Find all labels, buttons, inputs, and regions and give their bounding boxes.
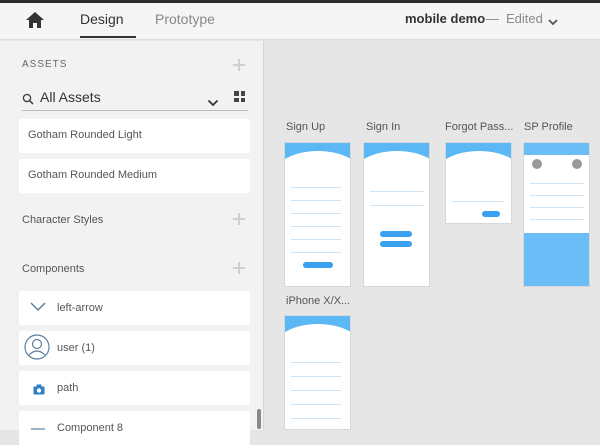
title-separator: — [486, 11, 499, 26]
font-item[interactable]: Gotham Rounded Medium [19, 159, 250, 193]
form-field [291, 358, 341, 363]
component-icon [29, 419, 47, 438]
artboard-title[interactable]: Forgot Pass... [445, 121, 513, 133]
sign-in-mini-button [380, 231, 412, 237]
add-character-style-plus-icon[interactable] [233, 213, 245, 225]
camera-icon [33, 382, 45, 400]
form-field [370, 187, 424, 192]
form-field [291, 183, 341, 188]
header-wave-cut [285, 324, 350, 374]
font-item-label: Gotham Rounded Light [28, 129, 142, 141]
asset-filter-value: All Assets [40, 89, 101, 105]
header-wave-cut [446, 151, 511, 201]
artboard-sign-in[interactable] [363, 142, 430, 287]
header-wave-cut [364, 151, 429, 201]
home-icon[interactable] [24, 10, 46, 30]
header-wave-cut [285, 151, 350, 201]
artboard-sp-profile[interactable] [523, 142, 590, 287]
search-icon [22, 92, 34, 105]
artboard-title[interactable]: Sign In [366, 121, 400, 133]
tab-design[interactable]: Design [80, 11, 136, 38]
tab-design-label: Design [80, 11, 124, 27]
font-item-label: Gotham Rounded Medium [28, 169, 158, 181]
form-field [291, 414, 341, 419]
tab-prototype[interactable]: Prototype [155, 11, 215, 27]
component-item-user[interactable]: user (1) [19, 331, 250, 365]
window-edge [0, 0, 600, 3]
avatar [532, 159, 542, 169]
artboard-title[interactable]: iPhone X/X... [286, 295, 350, 307]
component-item-path[interactable]: path [19, 371, 250, 405]
form-field [291, 372, 341, 377]
chevron-down-icon[interactable] [207, 94, 219, 107]
left-arrow-icon [29, 299, 47, 318]
grid-view-icon[interactable] [234, 91, 245, 102]
artboard-forgot-password[interactable] [445, 142, 512, 224]
document-title[interactable]: mobile demo [405, 11, 485, 26]
component-label: left-arrow [57, 302, 103, 314]
artboard-sign-up[interactable] [284, 142, 351, 287]
tab-prototype-label: Prototype [155, 11, 215, 27]
secondary-mini-button [380, 241, 412, 247]
add-component-plus-icon[interactable] [233, 262, 245, 274]
form-field [370, 201, 424, 206]
chevron-down-icon[interactable] [547, 14, 559, 26]
sidebar-scrollbar[interactable] [257, 409, 261, 429]
user-icon [24, 334, 50, 365]
character-styles-heading: Character Styles [22, 214, 104, 226]
assets-heading: ASSETS [22, 59, 68, 70]
form-field [291, 248, 341, 253]
add-asset-plus-icon[interactable] [233, 59, 245, 71]
profile-row [530, 179, 584, 184]
font-item[interactable]: Gotham Rounded Light [19, 119, 250, 153]
component-label: Component 8 [57, 422, 124, 434]
component-label: user (1) [57, 342, 95, 354]
form-field [291, 400, 341, 405]
component-item-8[interactable]: Component 8 [19, 411, 250, 445]
component-label: path [57, 382, 79, 394]
artboard-iphone-x[interactable] [284, 315, 351, 430]
form-field [291, 222, 341, 227]
document-status: Edited [506, 11, 543, 26]
asset-filter-dropdown[interactable]: All Assets [22, 85, 248, 111]
form-field [452, 197, 504, 202]
form-field [291, 386, 341, 391]
components-heading: Components [22, 263, 85, 275]
form-field [291, 209, 341, 214]
assets-panel: ASSETS All Assets Gotham Rounded Light G… [0, 41, 264, 445]
avatar [572, 159, 582, 169]
submit-mini-button [482, 211, 500, 217]
top-bar: Design Prototype mobile demo — Edited [0, 0, 600, 40]
profile-row [530, 191, 584, 196]
form-field [291, 196, 341, 201]
profile-row [530, 215, 584, 220]
component-item-left-arrow[interactable]: left-arrow [19, 291, 250, 325]
profile-row [530, 203, 584, 208]
sign-up-mini-button [303, 262, 333, 268]
artboard-title[interactable]: Sign Up [286, 121, 325, 133]
form-field [291, 235, 341, 240]
active-tab-underline [80, 36, 136, 38]
artboard-title[interactable]: SP Profile [524, 121, 573, 133]
